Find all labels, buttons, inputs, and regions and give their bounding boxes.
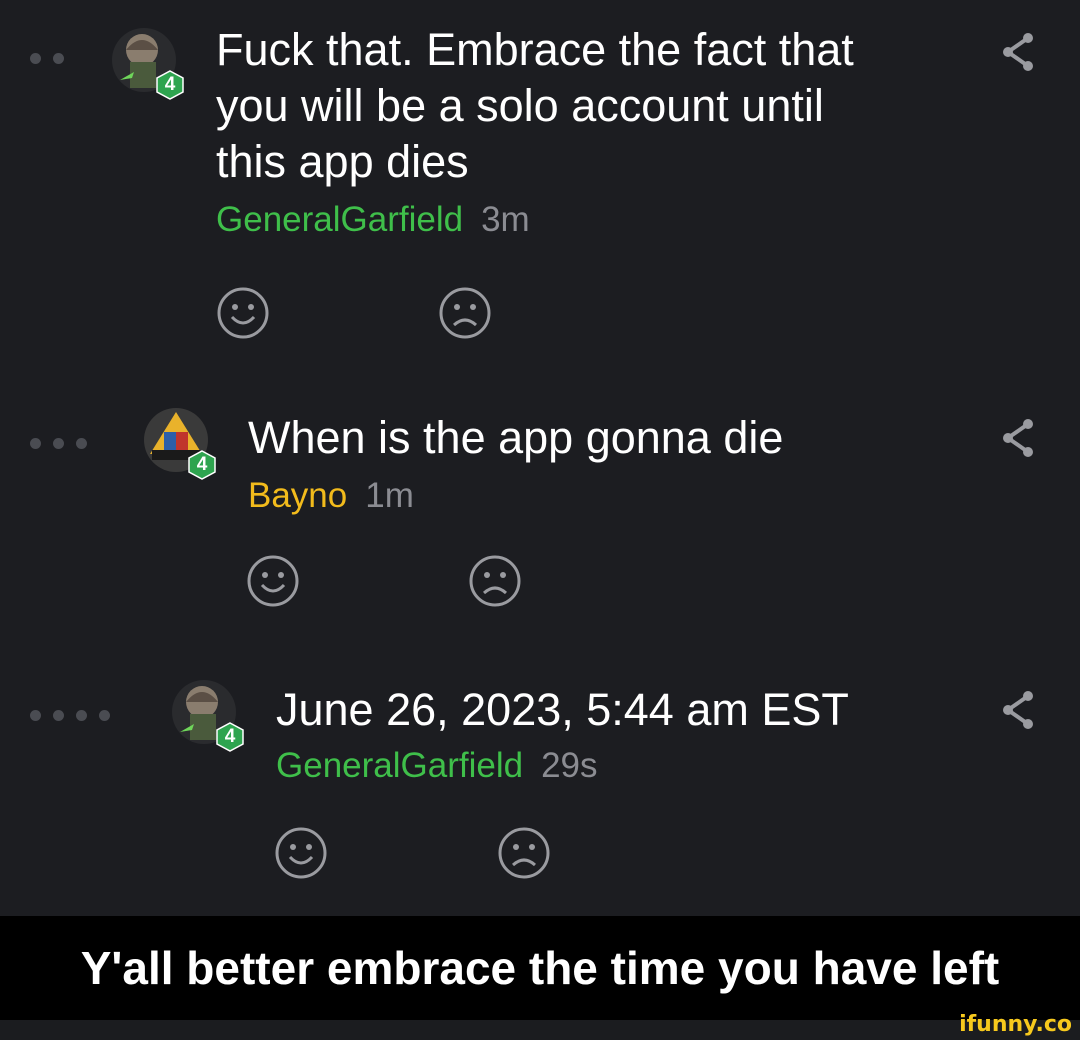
timestamp: 1m	[365, 476, 414, 515]
smile-reaction-icon[interactable]	[274, 826, 328, 880]
comment-text: Fuck that. Embrace the fact that you wil…	[216, 24, 854, 187]
level-badge: 4	[156, 70, 184, 100]
footer-strip	[0, 1020, 1080, 1040]
thread-depth-dots	[30, 53, 64, 64]
depth-dot	[30, 438, 41, 449]
depth-dot	[30, 53, 41, 64]
depth-dot	[99, 710, 110, 721]
username-link[interactable]: Bayno	[248, 476, 347, 515]
depth-dot	[53, 438, 64, 449]
level-badge: 4	[188, 450, 216, 480]
timestamp: 3m	[481, 200, 530, 239]
depth-dot	[76, 710, 87, 721]
avatar[interactable]: 4	[112, 28, 184, 100]
comment-meta: GeneralGarfield 29s	[276, 746, 598, 786]
smile-reaction-icon[interactable]	[246, 554, 300, 608]
meme-caption: Y'all better embrace the time you have l…	[0, 916, 1080, 1020]
comment-meta: Bayno 1m	[248, 476, 414, 516]
frown-reaction-icon[interactable]	[438, 286, 492, 340]
share-icon[interactable]	[998, 30, 1038, 74]
timestamp: 29s	[541, 746, 598, 785]
depth-dot	[30, 710, 41, 721]
thread-depth-dots	[30, 710, 110, 721]
comment-thread: 4 Fuck that. Embrace the fact that you w…	[0, 0, 1080, 916]
smile-reaction-icon[interactable]	[216, 286, 270, 340]
depth-dot	[76, 438, 87, 449]
avatar[interactable]: 4	[172, 680, 244, 752]
ifunny-watermark: ifunny.co	[959, 1012, 1072, 1037]
share-icon[interactable]	[998, 688, 1038, 732]
comment-text: June 26, 2023, 5:44 am EST	[276, 684, 849, 735]
frown-reaction-icon[interactable]	[497, 826, 551, 880]
thread-depth-dots	[30, 438, 87, 449]
comment-meta: GeneralGarfield 3m	[216, 200, 530, 240]
username-link[interactable]: GeneralGarfield	[216, 200, 463, 239]
level-badge: 4	[216, 722, 244, 752]
username-link[interactable]: GeneralGarfield	[276, 746, 523, 785]
depth-dot	[53, 710, 64, 721]
comment-text: When is the app gonna die	[248, 412, 784, 463]
share-icon[interactable]	[998, 416, 1038, 460]
avatar[interactable]: 4	[144, 408, 216, 480]
depth-dot	[53, 53, 64, 64]
frown-reaction-icon[interactable]	[468, 554, 522, 608]
